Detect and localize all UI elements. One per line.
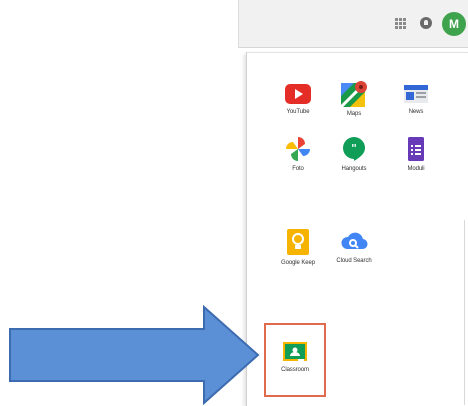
app-youtube[interactable]: YouTube bbox=[267, 82, 329, 115]
app-label: News bbox=[408, 109, 424, 115]
hangouts-icon: " bbox=[343, 137, 365, 161]
app-cloud-search[interactable]: Cloud Search bbox=[323, 229, 385, 264]
avatar[interactable]: M bbox=[442, 12, 466, 36]
app-photos[interactable]: Foto bbox=[267, 135, 329, 172]
app-hangouts[interactable]: " Hangouts bbox=[323, 135, 385, 172]
app-label: Hangouts bbox=[341, 166, 367, 172]
maps-icon bbox=[340, 81, 367, 108]
app-label: Cloud Search bbox=[336, 258, 372, 264]
forms-icon bbox=[408, 137, 424, 161]
app-label: Maps bbox=[346, 111, 362, 117]
app-label: YouTube bbox=[286, 109, 310, 115]
app-label: Moduli bbox=[407, 166, 425, 172]
pointer-arrow-icon bbox=[9, 305, 260, 405]
cloud-search-icon bbox=[341, 232, 368, 250]
notifications-icon[interactable] bbox=[420, 17, 432, 29]
svg-text:": " bbox=[351, 142, 357, 155]
app-keep[interactable]: Google Keep bbox=[267, 227, 329, 266]
app-maps[interactable]: Maps bbox=[323, 80, 385, 117]
app-label: Classroom bbox=[281, 367, 309, 373]
panel-divider bbox=[464, 220, 465, 405]
news-icon bbox=[404, 85, 428, 103]
classroom-icon bbox=[283, 342, 307, 361]
app-classroom[interactable]: Classroom bbox=[264, 340, 326, 373]
youtube-icon bbox=[285, 84, 311, 104]
browser-toolbar: M bbox=[238, 0, 468, 48]
apps-grid-icon[interactable] bbox=[395, 18, 406, 29]
app-label: Foto bbox=[292, 166, 304, 172]
keep-bulb-icon bbox=[287, 229, 309, 255]
app-label: Google Keep bbox=[281, 260, 315, 266]
app-news[interactable]: News bbox=[385, 82, 447, 115]
app-forms[interactable]: Moduli bbox=[385, 135, 447, 172]
photos-pinwheel-icon bbox=[286, 137, 310, 161]
